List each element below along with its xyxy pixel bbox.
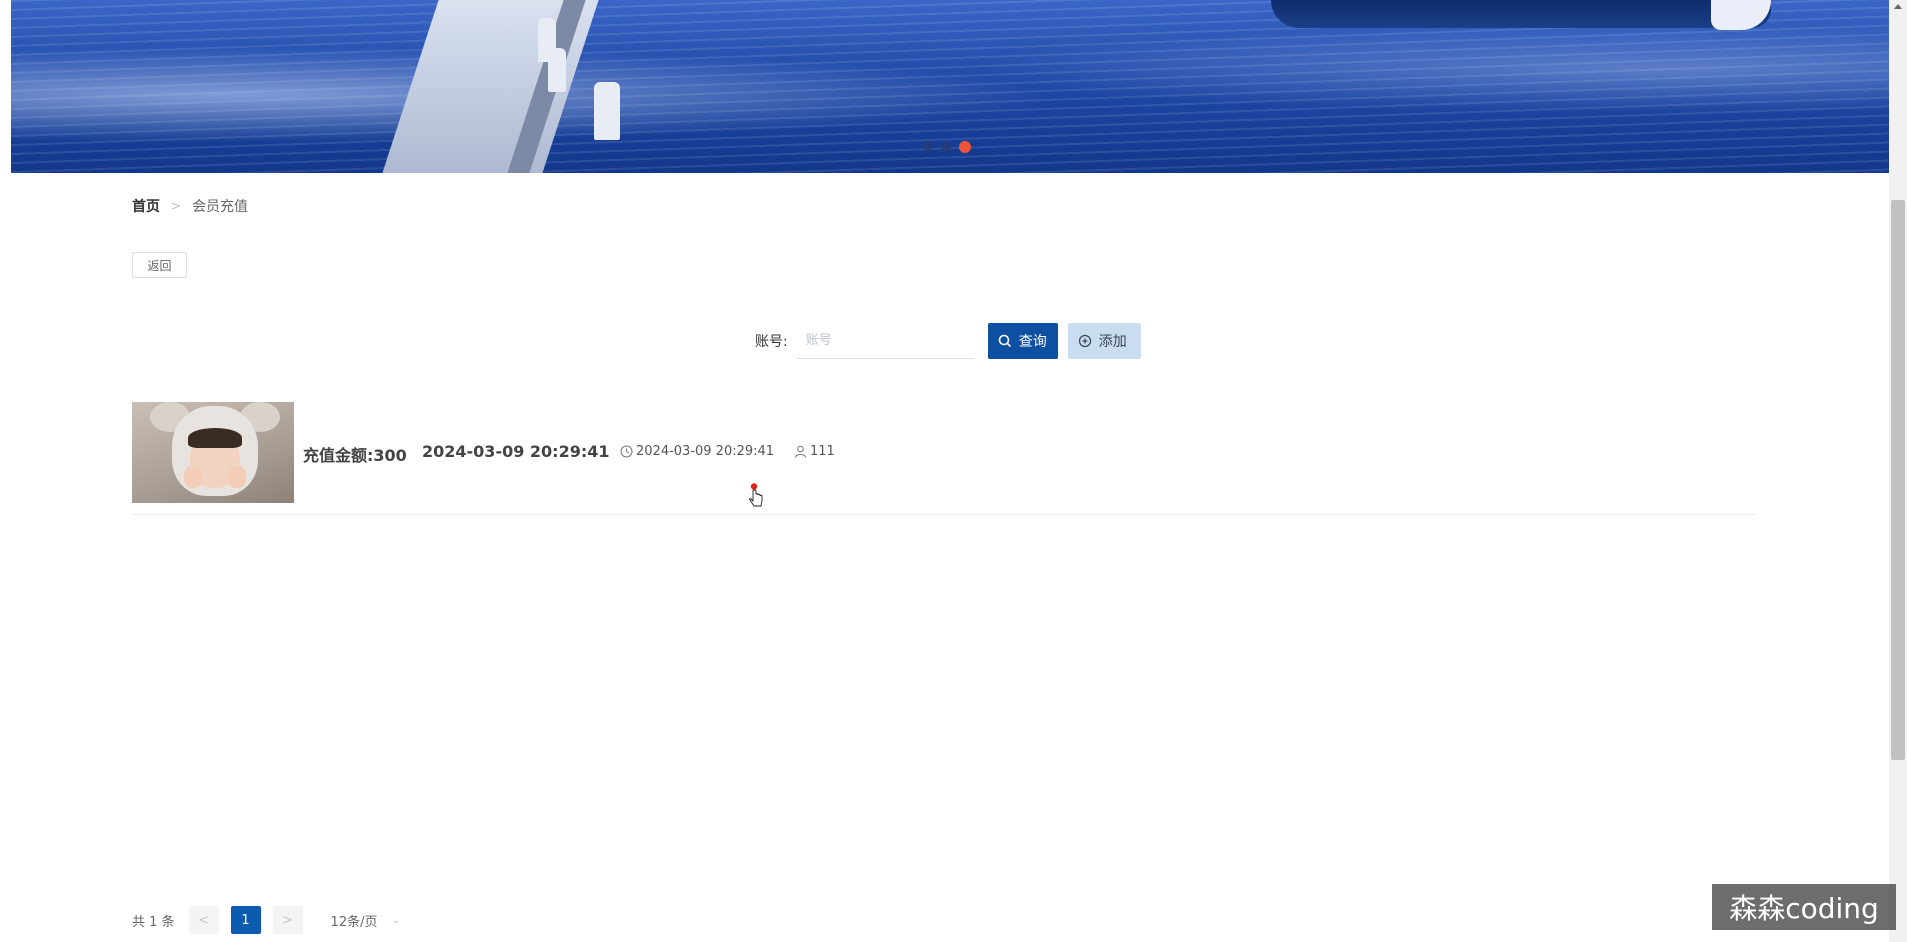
record-user: 111: [794, 444, 835, 459]
next-page-button[interactable]: >: [272, 906, 303, 934]
chevron-down-icon: ⌄: [391, 914, 400, 926]
breadcrumb: 首页 > 会员充值: [132, 196, 248, 216]
search-bar: 账号: 查询 添加: [755, 323, 1141, 359]
plus-circle-icon: [1078, 334, 1091, 348]
page-size-value: 12条/页: [330, 914, 378, 930]
watermark: 森森coding: [1712, 884, 1896, 930]
pagination-total: 共 1 条: [132, 914, 175, 930]
carousel-indicators: [923, 141, 971, 153]
thumb-hair: [188, 428, 242, 448]
add-button-label: 添加: [1098, 334, 1127, 350]
banner-dock-post: [594, 82, 620, 140]
account-search-input[interactable]: [795, 323, 974, 359]
record-time-text: 2024-03-09 20:29:41: [636, 444, 775, 459]
breadcrumb-separator: >: [171, 199, 182, 213]
hand-pointer-cursor-icon: [749, 483, 763, 507]
query-button-label: 查询: [1018, 334, 1047, 350]
carousel-dot[interactable]: [941, 142, 951, 152]
breadcrumb-current: 会员充值: [192, 199, 249, 215]
prev-page-button[interactable]: <: [188, 906, 219, 934]
thumb-hand: [184, 466, 202, 488]
record-date: 2024-03-09 20:29:41: [422, 442, 610, 461]
banner-dock-post: [548, 48, 566, 92]
pagination: 共 1 条 < 1 > 12条/页 ⌄: [132, 906, 400, 934]
carousel-dot-active[interactable]: [959, 141, 971, 153]
user-icon: [795, 445, 806, 458]
add-button[interactable]: 添加: [1067, 323, 1141, 359]
carousel-dot[interactable]: [923, 142, 933, 152]
back-button[interactable]: 返回: [132, 252, 187, 278]
query-button[interactable]: 查询: [987, 323, 1058, 359]
list-item[interactable]: 充值金额:300 2024-03-09 20:29:41 2024-03-09 …: [132, 402, 1756, 515]
page-size-select[interactable]: 12条/页 ⌄: [331, 911, 400, 930]
account-label: 账号:: [755, 334, 788, 350]
banner-shoreline: [1271, 0, 1771, 28]
record-user-text: 111: [810, 444, 835, 459]
page-number-current[interactable]: 1: [230, 906, 261, 934]
thumb-hand: [228, 466, 246, 488]
scrollbar-thumb[interactable]: [1891, 200, 1905, 760]
clock-icon: [620, 445, 633, 458]
breadcrumb-home[interactable]: 首页: [132, 196, 160, 216]
search-icon: [998, 334, 1011, 348]
record-thumbnail[interactable]: [132, 402, 294, 503]
scroll-up-arrow-icon[interactable]: [1894, 4, 1902, 9]
record-amount: 充值金额:300: [303, 446, 407, 465]
record-time: 2024-03-09 20:29:41: [620, 444, 774, 459]
